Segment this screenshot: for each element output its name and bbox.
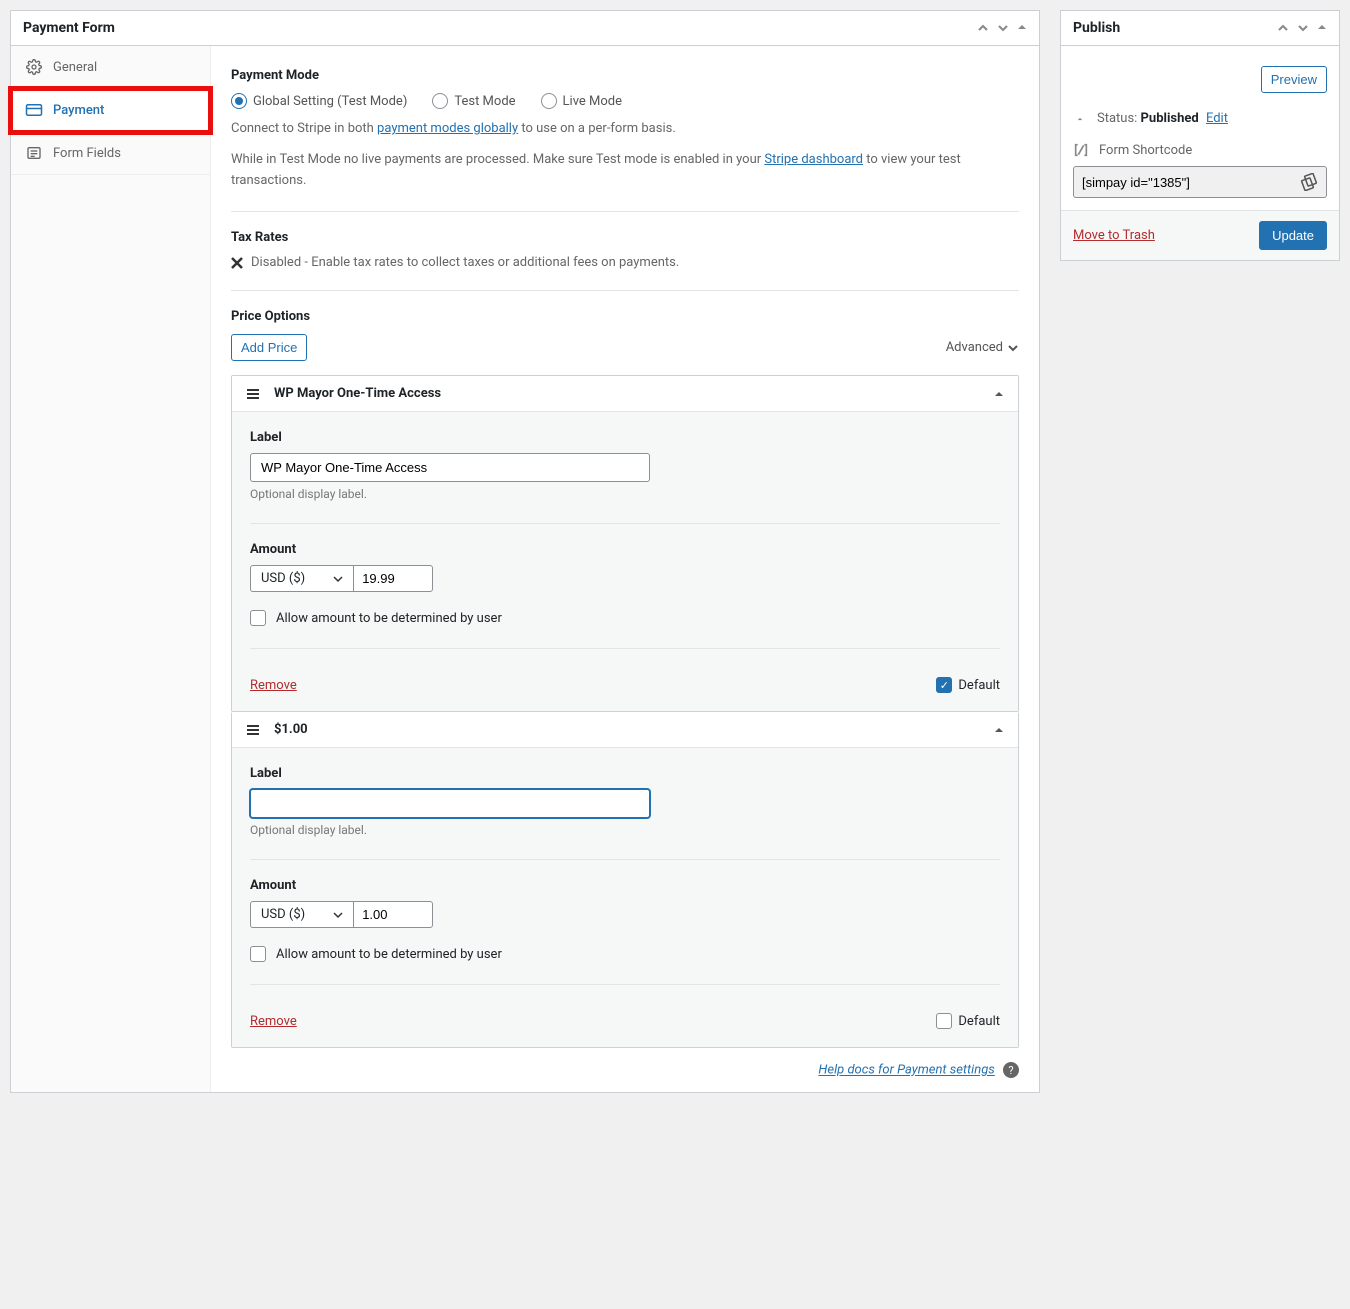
collapse-icon[interactable]: [994, 389, 1004, 399]
amount-heading: Amount: [250, 542, 1000, 557]
panel-collapse-icon[interactable]: [1017, 22, 1027, 34]
form-fields-icon: [25, 144, 43, 162]
price-card-header[interactable]: $1.00: [232, 712, 1018, 747]
tax-after-text: to collect taxes or additional fees on p…: [404, 255, 680, 270]
allow-custom-label: Allow amount to be determined by user: [276, 947, 502, 962]
panel-down-icon[interactable]: [997, 22, 1009, 34]
collapse-icon[interactable]: [994, 725, 1004, 735]
enable-tax-link[interactable]: Enable tax rates: [311, 255, 403, 270]
amount-input[interactable]: [353, 901, 433, 928]
tab-general-label: General: [53, 60, 97, 75]
label-hint: Optional display label.: [250, 823, 1000, 837]
amount-heading: Amount: [250, 878, 1000, 893]
remove-link[interactable]: Remove: [250, 678, 297, 693]
tax-heading: Tax Rates: [231, 230, 1019, 245]
pin-icon: [1073, 112, 1087, 126]
radio-live-mode[interactable]: Live Mode: [541, 93, 622, 109]
panel-down-icon[interactable]: [1297, 22, 1309, 34]
allow-custom-label: Allow amount to be determined by user: [276, 611, 502, 626]
price-heading: Price Options: [231, 309, 1019, 324]
payment-modes-link[interactable]: payment modes globally: [377, 121, 518, 136]
payment-mode-heading: Payment Mode: [231, 68, 1019, 83]
credit-card-icon: [25, 101, 43, 119]
currency-label: USD ($): [261, 907, 305, 922]
default-checkbox[interactable]: [936, 1013, 952, 1029]
panel-up-icon[interactable]: [1277, 22, 1289, 34]
publish-panel-title: Publish: [1073, 20, 1120, 36]
drag-handle-icon[interactable]: [246, 387, 260, 401]
label-hint: Optional display label.: [250, 487, 1000, 501]
shortcode-input[interactable]: [1082, 175, 1300, 190]
advanced-label: Advanced: [946, 340, 1003, 355]
chevron-down-icon: [1007, 342, 1019, 354]
panel-up-icon[interactable]: [977, 22, 989, 34]
price-card: WP Mayor One-Time Access Label Optional …: [231, 375, 1019, 712]
tab-payment[interactable]: Payment: [11, 89, 210, 132]
panel-collapse-icon[interactable]: [1317, 22, 1327, 34]
preview-button[interactable]: Preview: [1261, 66, 1327, 93]
drag-handle-icon[interactable]: [246, 723, 260, 737]
shortcode-icon: [1073, 142, 1089, 158]
currency-select[interactable]: USD ($): [250, 901, 353, 928]
label-input[interactable]: [250, 789, 650, 818]
x-icon: [231, 257, 243, 269]
radio-test-label: Test Mode: [454, 94, 515, 109]
payment-mode-help2a: While in Test Mode no live payments are …: [231, 152, 764, 167]
tab-payment-label: Payment: [53, 103, 104, 118]
move-to-trash-link[interactable]: Move to Trash: [1073, 228, 1155, 243]
tab-form-fields[interactable]: Form Fields: [11, 132, 210, 175]
status-label: Status:: [1097, 111, 1141, 126]
main-panel-title: Payment Form: [23, 20, 115, 36]
stripe-dashboard-link[interactable]: Stripe dashboard: [764, 152, 863, 167]
status-value: Published: [1141, 111, 1199, 126]
radio-global-setting[interactable]: Global Setting (Test Mode): [231, 93, 407, 109]
price-card-title: $1.00: [274, 722, 308, 737]
default-label: Default: [958, 678, 1000, 693]
allow-custom-checkbox[interactable]: [250, 610, 266, 626]
shortcode-label: Form Shortcode: [1099, 143, 1192, 158]
copy-icon[interactable]: [1300, 173, 1318, 191]
tab-form-fields-label: Form Fields: [53, 146, 121, 161]
chevron-down-icon: [333, 574, 343, 584]
allow-custom-checkbox[interactable]: [250, 946, 266, 962]
price-card-title: WP Mayor One-Time Access: [274, 386, 441, 401]
label-heading: Label: [250, 430, 1000, 445]
label-input[interactable]: [250, 453, 650, 482]
settings-tabs: General Payment Form Fields: [11, 46, 211, 1092]
help-icon[interactable]: ?: [1003, 1062, 1019, 1078]
price-card-header[interactable]: WP Mayor One-Time Access: [232, 376, 1018, 411]
radio-live-label: Live Mode: [563, 94, 622, 109]
edit-status-link[interactable]: Edit: [1206, 111, 1228, 126]
advanced-toggle[interactable]: Advanced: [946, 340, 1019, 355]
add-price-button[interactable]: Add Price: [231, 334, 307, 361]
radio-global-label: Global Setting (Test Mode): [253, 94, 407, 109]
default-checkbox[interactable]: ✓: [936, 677, 952, 693]
label-heading: Label: [250, 766, 1000, 781]
amount-input[interactable]: [353, 565, 433, 592]
payment-mode-help1a: Connect to Stripe in both: [231, 121, 377, 136]
update-button[interactable]: Update: [1259, 221, 1327, 250]
chevron-down-icon: [333, 910, 343, 920]
remove-link[interactable]: Remove: [250, 1014, 297, 1029]
price-card: $1.00 Label Optional display label. Amou: [231, 712, 1019, 1048]
payment-mode-help1b: to use on a per-form basis.: [518, 121, 676, 136]
tab-general[interactable]: General: [11, 46, 210, 89]
radio-test-mode[interactable]: Test Mode: [432, 93, 515, 109]
tax-disabled-text: Disabled -: [251, 255, 311, 270]
default-label: Default: [958, 1014, 1000, 1029]
currency-label: USD ($): [261, 571, 305, 586]
gear-icon: [25, 58, 43, 76]
help-docs-link[interactable]: Help docs for Payment settings: [818, 1063, 994, 1078]
currency-select[interactable]: USD ($): [250, 565, 353, 592]
